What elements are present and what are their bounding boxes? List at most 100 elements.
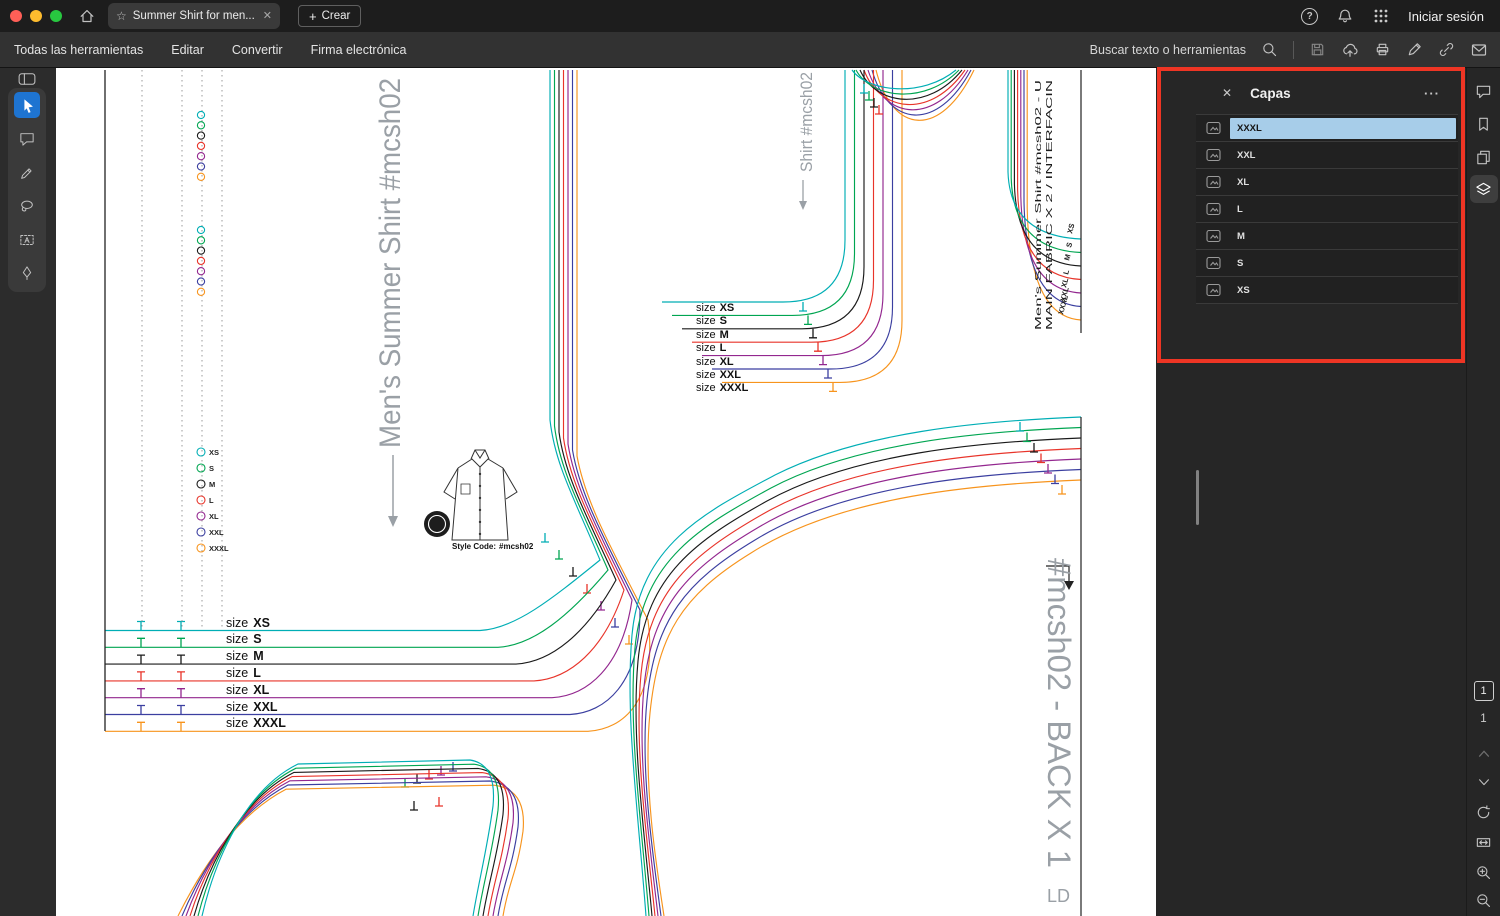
add-signature-icon[interactable] [1406,41,1423,58]
comment-icon [1476,85,1491,98]
menu-esign[interactable]: Firma electrónica [311,43,407,57]
scrollbar-thumb[interactable] [1196,470,1199,525]
star-icon[interactable]: ☆ [116,10,127,22]
size-row-label: size XL [226,683,270,697]
legend-size-label: M [209,480,215,489]
layer-thumbnail-icon [1206,202,1221,216]
cloud-upload-icon[interactable] [1341,41,1359,59]
strip-text-2: MAIN FABRIC X 2 / INTERFACIN [1044,80,1054,330]
menu-convert[interactable]: Convertir [232,43,283,57]
sidebar-toggle-icon [18,73,36,85]
highlighter-tool-button[interactable] [14,160,40,186]
close-window-button[interactable] [10,10,22,22]
layers-icon [1476,182,1491,195]
print-icon[interactable] [1374,41,1391,58]
legend-size-label: XXXL [209,544,229,553]
window-controls [10,10,62,22]
layer-thumbnail-icon [1206,256,1221,270]
search-label[interactable]: Buscar texto o herramientas [1090,43,1246,57]
rotate-view-button[interactable] [1470,798,1498,826]
layers-panel-button[interactable] [1469,175,1498,203]
panel-toggle-button[interactable] [15,72,39,86]
help-button[interactable]: ? [1301,7,1319,25]
home-button[interactable] [78,7,96,25]
next-page-button[interactable] [1470,768,1498,796]
layer-row-l[interactable]: L [1196,196,1458,223]
layer-name: XL [1237,176,1250,188]
panel-options-icon[interactable]: ··· [1424,86,1440,101]
back-piece-title: #mcsh02 - BACK X 1 [1041,558,1077,868]
sewing-pattern-page: Men's Summer Shirt #mcsh02 Shirt #mcsh02… [104,69,1082,916]
link-icon[interactable] [1438,41,1455,58]
size-row-label: size L [696,342,727,354]
document-canvas[interactable]: Men's Summer Shirt #mcsh02 Shirt #mcsh02… [56,68,1156,916]
close-panel-icon[interactable]: ✕ [1222,86,1232,100]
size-row-label: size M [226,649,264,663]
shirt-piece-title: Shirt #mcsh02 [797,72,816,172]
layer-thumbnail-icon [1206,283,1221,297]
toolbar-divider [1293,40,1294,59]
comment-icon [20,133,34,146]
strip-size-label: M [1062,253,1072,261]
legend-size-label: XXL [209,528,224,537]
menu-all-tools[interactable]: Todas las herramientas [14,43,143,57]
layers-panel: ✕ Capas ··· XXXL XXL XL L M S XS [1156,68,1466,916]
size-row-label: size XXXL [226,716,286,730]
save-icon[interactable] [1309,41,1326,58]
fill-sign-tool-button[interactable] [14,260,40,286]
previous-page-button[interactable] [1470,740,1498,768]
plus-icon: + [309,8,317,24]
add-comment-tool-button[interactable] [14,126,40,152]
lasso-tool-button[interactable] [14,193,40,219]
refresh-icon [1477,804,1490,818]
layer-row-xxxl[interactable]: XXXL [1196,115,1458,142]
page-number-input[interactable]: 1 [1473,681,1494,701]
legend-size-label: S [209,464,214,473]
layers-panel-title: Capas [1250,85,1291,101]
create-label: Crear [321,10,351,22]
sign-in-button[interactable]: Iniciar sesión [1408,9,1484,24]
app-launcher-grid-icon[interactable] [1372,7,1390,25]
cursor-icon [23,98,33,113]
close-tab-icon[interactable]: ✕ [263,10,272,22]
comments-panel-button[interactable] [1470,77,1498,105]
document-tab[interactable]: ☆ Summer Shirt for men... ✕ [108,3,280,29]
pages-icon [1477,150,1490,164]
search-icon[interactable] [1261,41,1278,58]
select-text-tool-button[interactable] [14,227,40,253]
email-icon[interactable] [1470,41,1488,59]
tab-title: Summer Shirt for men... [132,10,255,22]
create-button[interactable]: + Crear [298,5,362,27]
size-row-label: size XXL [696,369,741,381]
zoom-in-button[interactable] [1470,858,1498,886]
layer-row-m[interactable]: M [1196,223,1458,250]
size-row-label: size XS [226,616,270,630]
layer-name: M [1237,230,1245,242]
strip-size-label: S [1064,241,1074,248]
bookmarks-panel-button[interactable] [1470,110,1498,138]
layer-row-xxl[interactable]: XXL [1196,142,1458,169]
chevron-up-icon [1478,750,1489,757]
size-row-label: size S [696,315,727,327]
right-tool-rail: 1 1 [1466,68,1500,916]
select-tool-button[interactable] [14,92,40,118]
size-row-label: size XS [696,302,734,314]
layer-row-xl[interactable]: XL [1196,169,1458,196]
zoom-in-icon [1477,865,1491,879]
menu-edit[interactable]: Editar [171,43,204,57]
layer-row-xs[interactable]: XS [1196,277,1458,304]
layer-row-s[interactable]: S [1196,250,1458,277]
main-area: Men's Summer Shirt #mcsh02 Shirt #mcsh02… [0,68,1500,916]
pen-nib-icon [22,266,32,281]
notifications-bell-icon[interactable] [1336,7,1354,25]
titlebar: ☆ Summer Shirt for men... ✕ + Crear ? In… [0,0,1500,32]
fold-label: LD [1047,886,1070,906]
layer-thumbnail-icon [1206,121,1221,135]
size-row-label: size M [696,329,729,341]
pages-panel-button[interactable] [1470,143,1498,171]
style-code-label: Style Code: #mcsh02 [452,542,534,551]
fit-width-button[interactable] [1470,828,1498,856]
maximize-window-button[interactable] [50,10,62,22]
minimize-window-button[interactable] [30,10,42,22]
zoom-out-button[interactable] [1470,886,1498,914]
